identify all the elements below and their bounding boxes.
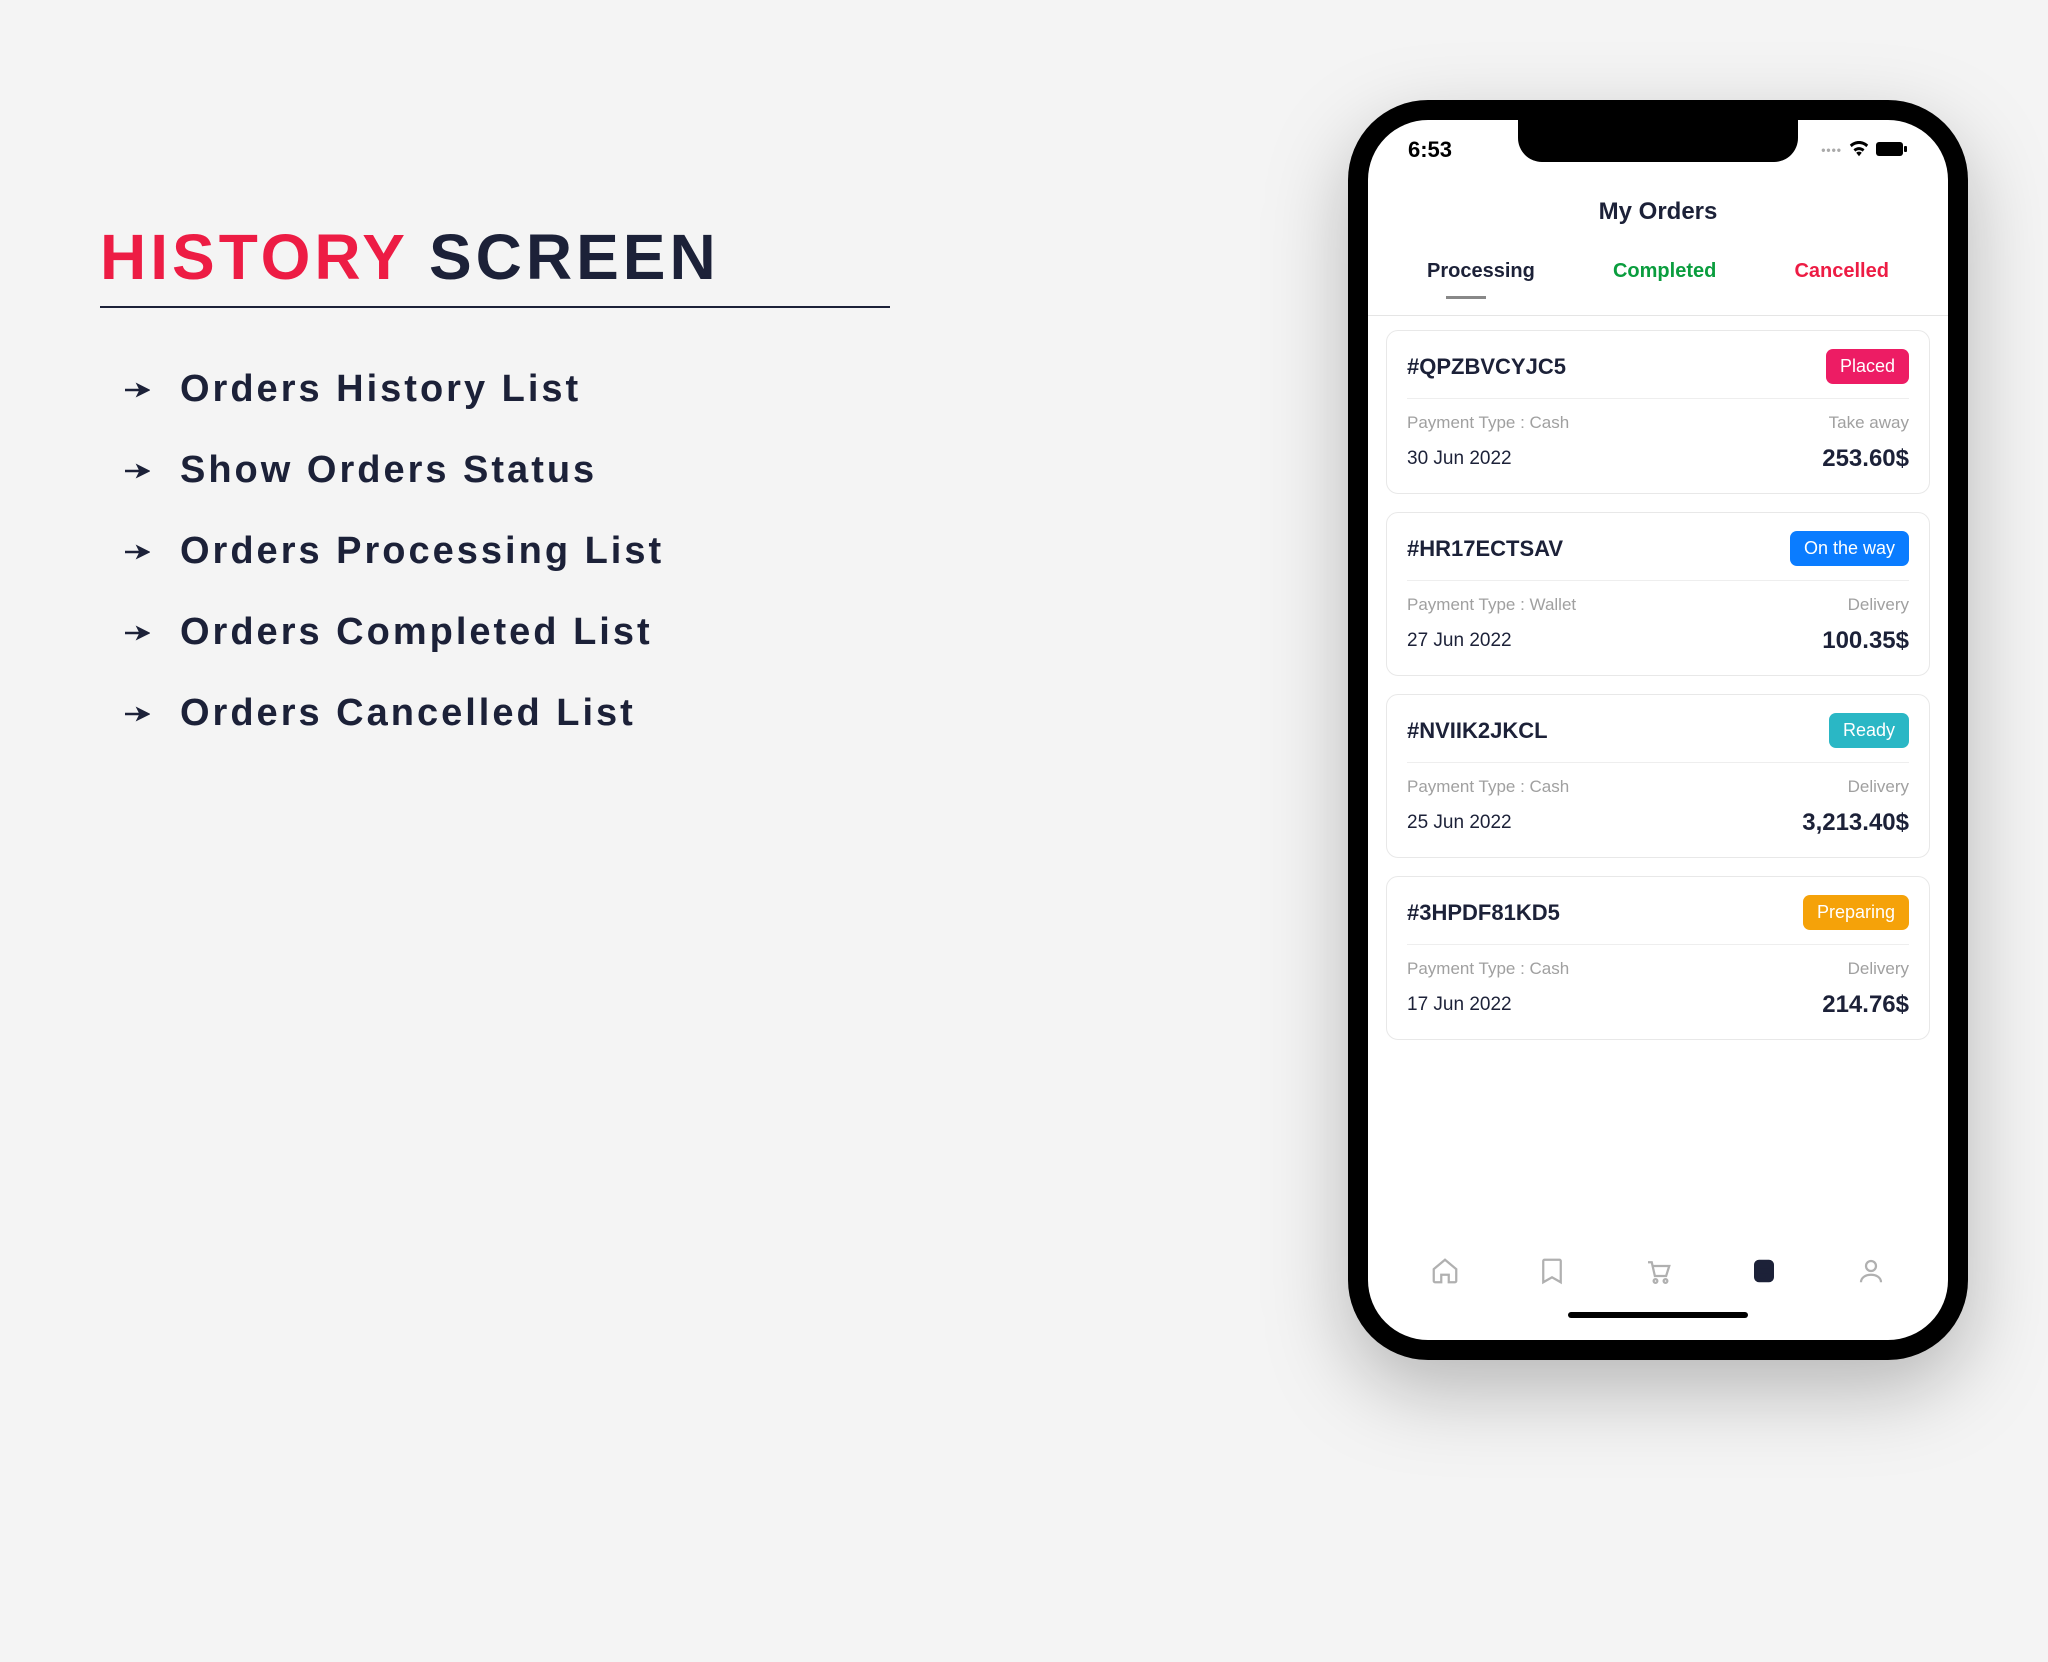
tab-label: Completed <box>1613 260 1716 282</box>
tab-label: Processing <box>1427 260 1535 282</box>
phone-mockup: 6:53 •••• My Orders Processing Completed <box>1348 100 1968 1360</box>
order-id: #QPZBVCYJC5 <box>1407 354 1566 380</box>
tab-underline <box>1446 296 1486 299</box>
title-accent: HISTORY <box>100 220 409 294</box>
tab-completed[interactable]: Completed <box>1609 254 1720 289</box>
phone-frame: 6:53 •••• My Orders Processing Completed <box>1348 100 1968 1360</box>
order-date: 17 Jun 2022 <box>1407 994 1512 1016</box>
title-underline <box>100 306 890 308</box>
home-indicator[interactable] <box>1368 1312 1948 1340</box>
phone-notch <box>1518 120 1798 162</box>
status-indicators: •••• <box>1821 137 1908 163</box>
bullet-text: Orders Processing List <box>180 530 664 573</box>
arrow-right-icon <box>120 375 150 405</box>
arrow-right-icon <box>120 456 150 486</box>
orders-list[interactable]: #QPZBVCYJC5 Placed Payment Type : Cash T… <box>1368 330 1948 1230</box>
list-item: Show Orders Status <box>100 449 1228 492</box>
order-id: #3HPDF81KD5 <box>1407 900 1560 926</box>
list-item: Orders Processing List <box>100 530 1228 573</box>
payment-type: Payment Type : Wallet <box>1407 595 1576 615</box>
payment-type: Payment Type : Cash <box>1407 959 1569 979</box>
order-card[interactable]: #QPZBVCYJC5 Placed Payment Type : Cash T… <box>1386 330 1930 494</box>
arrow-right-icon <box>120 699 150 729</box>
order-card[interactable]: #HR17ECTSAV On the way Payment Type : Wa… <box>1386 512 1930 676</box>
delivery-method: Take away <box>1829 413 1909 433</box>
delivery-method: Delivery <box>1848 777 1909 797</box>
feature-description-panel: HISTORY SCREEN Orders History List Show … <box>80 100 1228 773</box>
phone-screen: 6:53 •••• My Orders Processing Completed <box>1368 120 1948 1340</box>
bullet-text: Show Orders Status <box>180 449 597 492</box>
feature-bullet-list: Orders History List Show Orders Status O… <box>100 368 1228 735</box>
screen-title: My Orders <box>1368 198 1948 226</box>
order-price: 3,213.40$ <box>1802 809 1909 837</box>
battery-icon <box>1876 137 1908 163</box>
order-card[interactable]: #NVIIK2JKCL Ready Payment Type : Cash De… <box>1386 694 1930 858</box>
nav-profile-icon[interactable] <box>1855 1255 1887 1287</box>
order-date: 27 Jun 2022 <box>1407 630 1512 652</box>
order-price: 214.76$ <box>1822 991 1909 1019</box>
status-badge: Placed <box>1826 349 1909 384</box>
nav-home-icon[interactable] <box>1429 1255 1461 1287</box>
list-item: Orders Completed List <box>100 611 1228 654</box>
payment-type: Payment Type : Cash <box>1407 413 1569 433</box>
nav-bookmark-icon[interactable] <box>1536 1255 1568 1287</box>
bullet-text: Orders History List <box>180 368 581 411</box>
order-card[interactable]: #3HPDF81KD5 Preparing Payment Type : Cas… <box>1386 876 1930 1040</box>
nav-orders-icon[interactable] <box>1748 1255 1780 1287</box>
order-date: 30 Jun 2022 <box>1407 448 1512 470</box>
order-price: 253.60$ <box>1822 445 1909 473</box>
tab-label: Cancelled <box>1794 260 1888 282</box>
status-badge: On the way <box>1790 531 1909 566</box>
payment-type: Payment Type : Cash <box>1407 777 1569 797</box>
tab-cancelled[interactable]: Cancelled <box>1790 254 1892 289</box>
nav-cart-icon[interactable] <box>1642 1255 1674 1287</box>
signal-dots-icon: •••• <box>1821 143 1842 157</box>
bottom-nav <box>1368 1230 1948 1312</box>
arrow-right-icon <box>120 537 150 567</box>
order-date: 25 Jun 2022 <box>1407 812 1512 834</box>
order-tabs: Processing Completed Cancelled <box>1368 254 1948 289</box>
delivery-method: Delivery <box>1848 959 1909 979</box>
arrow-right-icon <box>120 618 150 648</box>
divider <box>1368 315 1948 316</box>
bullet-text: Orders Cancelled List <box>180 692 636 735</box>
status-badge: Ready <box>1829 713 1909 748</box>
status-badge: Preparing <box>1803 895 1909 930</box>
list-item: Orders History List <box>100 368 1228 411</box>
delivery-method: Delivery <box>1848 595 1909 615</box>
list-item: Orders Cancelled List <box>100 692 1228 735</box>
order-id: #HR17ECTSAV <box>1407 536 1563 562</box>
tab-processing[interactable]: Processing <box>1423 254 1539 289</box>
status-time: 6:53 <box>1408 137 1452 163</box>
wifi-icon <box>1848 137 1870 163</box>
page-title: HISTORY SCREEN <box>100 220 1228 294</box>
order-id: #NVIIK2JKCL <box>1407 718 1548 744</box>
title-main: SCREEN <box>429 220 720 294</box>
bullet-text: Orders Completed List <box>180 611 653 654</box>
order-price: 100.35$ <box>1822 627 1909 655</box>
